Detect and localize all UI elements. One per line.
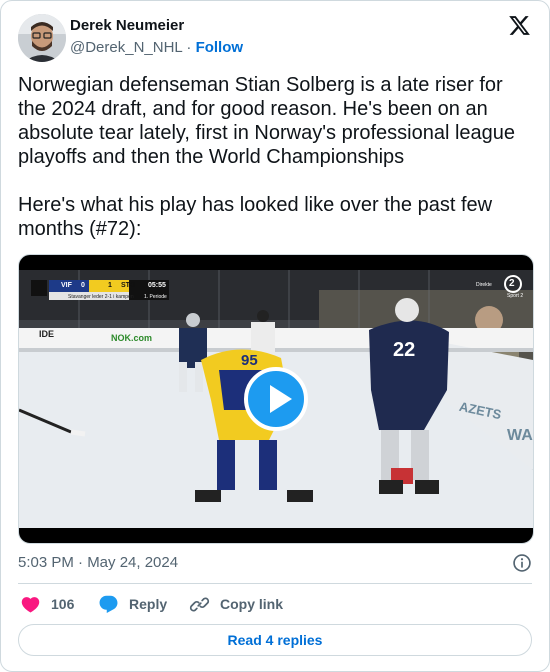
- handle-row: @Derek_N_NHL · Follow: [70, 38, 243, 58]
- link-icon: [189, 597, 210, 611]
- action-bar: 106 Reply Copy link: [18, 593, 532, 615]
- copy-link-button[interactable]: Copy link: [189, 593, 283, 615]
- divider: [18, 583, 532, 584]
- jersey-number-yellow: 95: [241, 352, 258, 369]
- timestamp[interactable]: 5:03 PM · May 24, 2024: [18, 554, 178, 571]
- read-replies-button[interactable]: Read 4 replies: [18, 624, 532, 656]
- channel-badge: 2: [509, 278, 515, 289]
- heart-icon: [21, 596, 40, 613]
- scorebug-home: VIF: [61, 282, 72, 289]
- avatar[interactable]: [18, 14, 66, 62]
- separator: ·: [186, 39, 192, 56]
- speech-bubble-icon: [99, 595, 118, 613]
- meta-row: 5:03 PM · May 24, 2024: [18, 553, 532, 573]
- author-block: Derek Neumeier @Derek_N_NHL · Follow: [70, 16, 243, 58]
- copy-link-label: Copy link: [220, 596, 284, 612]
- x-logo-icon[interactable]: [508, 14, 531, 37]
- handle[interactable]: @Derek_N_NHL: [70, 39, 182, 56]
- video-player[interactable]: VIF 0 1 STO 05:55 Stavanger leder 2-1 i …: [18, 254, 534, 544]
- ad-board-1: IDE: [39, 329, 55, 339]
- ad-board-4: WA: [507, 427, 533, 444]
- scorebug-ticker: Stavanger leder 2-1 i kampen: [68, 294, 134, 300]
- reply-label: Reply: [129, 596, 168, 612]
- ad-board-2: NOK.com: [111, 333, 153, 343]
- jersey-number-navy: 22: [393, 339, 416, 361]
- info-icon[interactable]: [512, 553, 532, 573]
- scorebug-away-score: 1: [108, 282, 112, 289]
- scorebug-period: 1. Periode: [144, 294, 167, 300]
- tweet-text: Norwegian defenseman Stian Solberg is a …: [18, 74, 516, 240]
- play-button[interactable]: [244, 367, 308, 431]
- channel-label: Sport 2: [507, 293, 524, 299]
- scorebug-clock: 05:55: [148, 282, 166, 289]
- channel-live-label: Direkte: [476, 282, 492, 288]
- like-count: 106: [51, 596, 75, 612]
- scorebug-home-score: 0: [81, 282, 85, 289]
- display-name[interactable]: Derek Neumeier: [70, 16, 243, 36]
- like-button[interactable]: 106: [20, 593, 74, 615]
- tweet-header: Derek Neumeier @Derek_N_NHL · Follow: [18, 14, 532, 62]
- scorebug-away: STO: [121, 282, 136, 289]
- follow-button[interactable]: Follow: [196, 39, 244, 56]
- reply-button[interactable]: Reply: [98, 593, 167, 615]
- tweet-card: Derek Neumeier @Derek_N_NHL · Follow Nor…: [0, 0, 550, 672]
